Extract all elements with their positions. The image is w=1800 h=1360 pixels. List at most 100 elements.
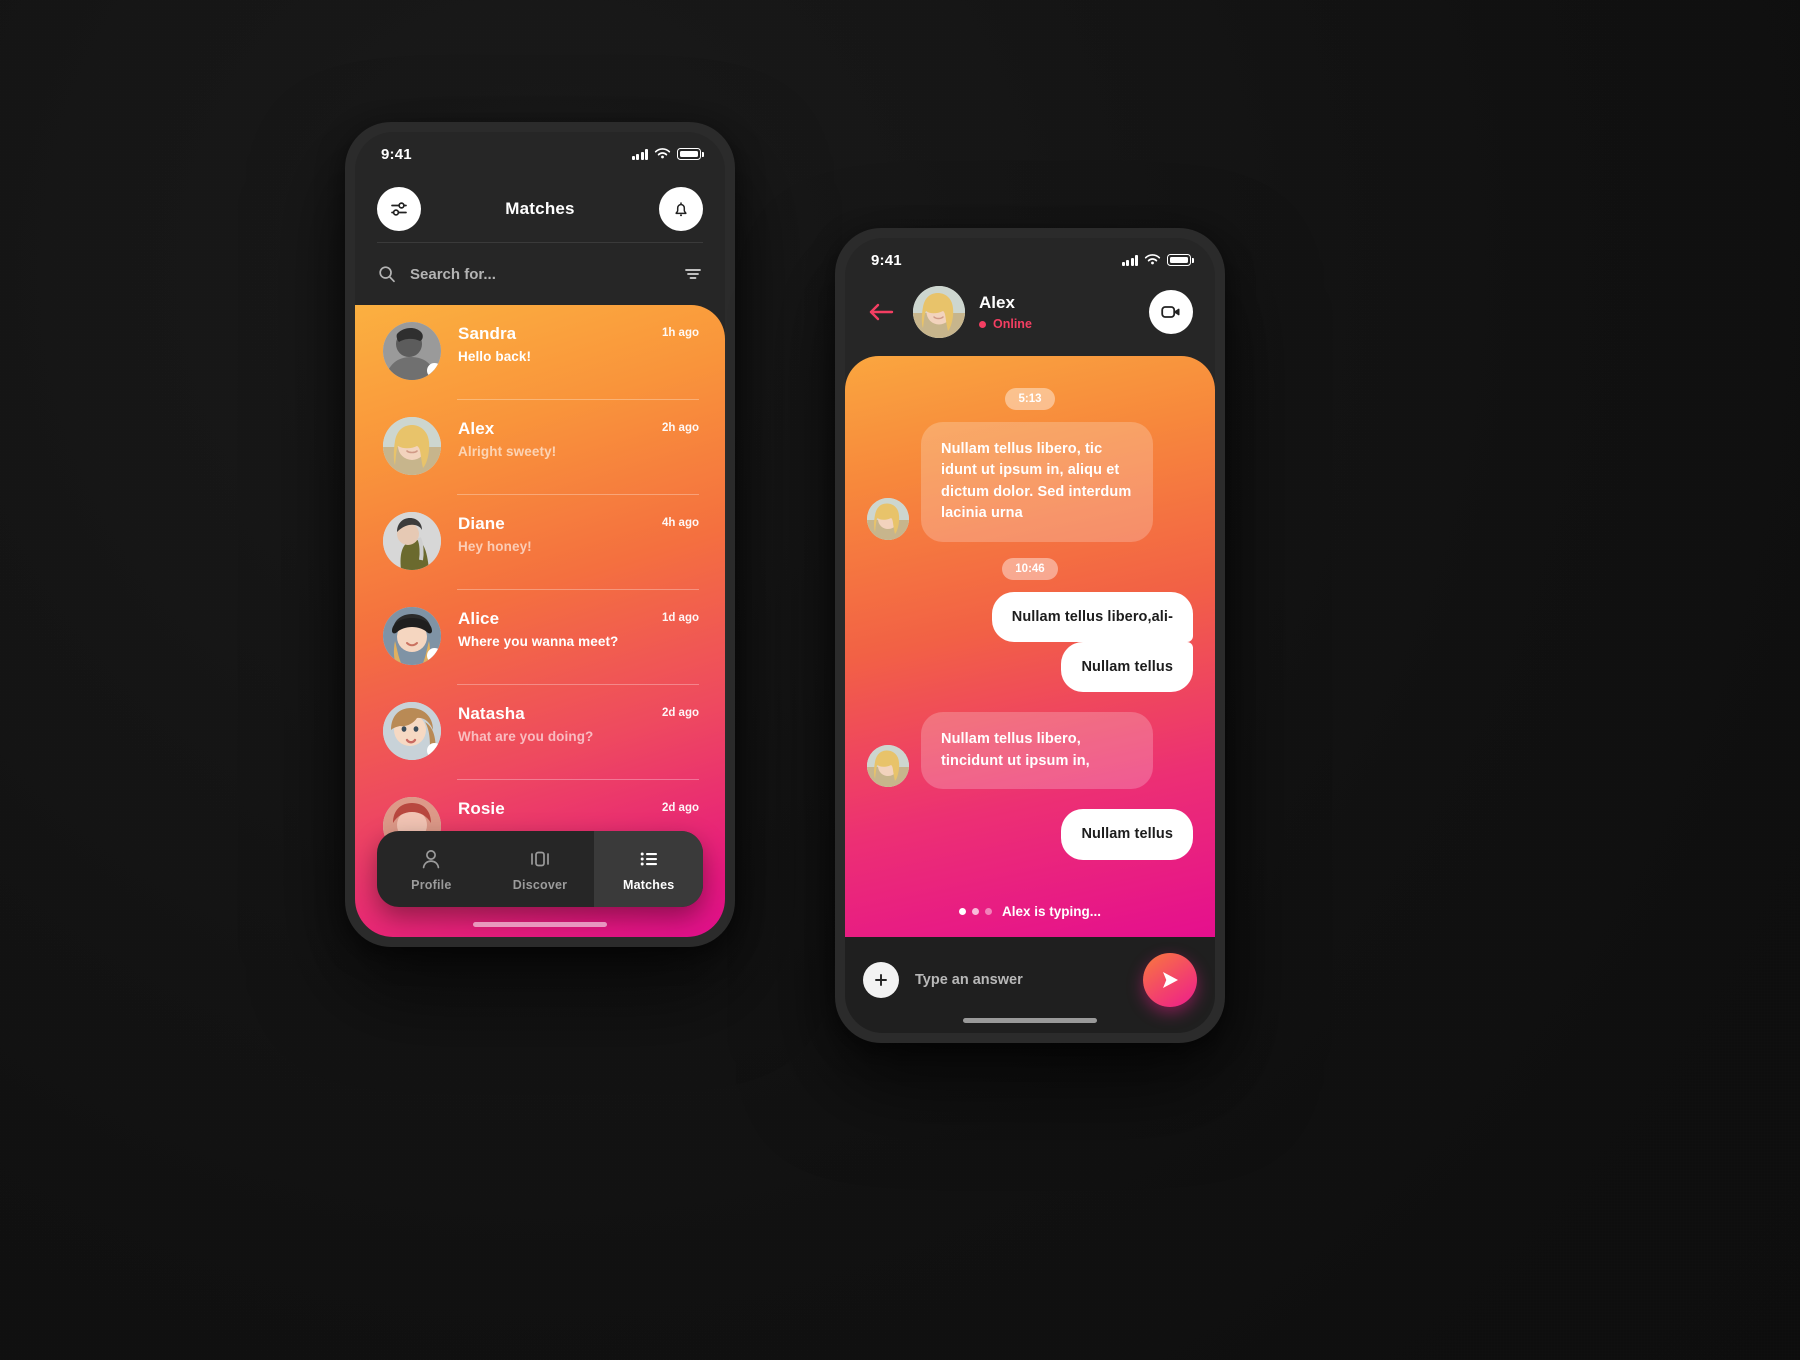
sliders-icon [391, 202, 407, 216]
tab-label: Discover [512, 877, 568, 892]
list-item-name: Natasha [458, 704, 525, 723]
message-bubble: Nullam tellus [1061, 642, 1193, 693]
avatar [383, 607, 441, 665]
back-button[interactable] [863, 294, 899, 330]
list-item-time: 1h ago [661, 327, 699, 339]
status-time: 9:41 [871, 251, 902, 269]
list-item-name: Sandra [458, 324, 517, 343]
status-time: 9:41 [381, 145, 412, 163]
list-item-name: Diane [458, 514, 505, 533]
list-item[interactable]: Alex Alright sweety! 2h ago [355, 400, 725, 495]
search-icon [379, 266, 395, 283]
list-item-preview: Alright sweety! [458, 444, 557, 459]
list-item-time: 1d ago [661, 612, 699, 624]
matches-list[interactable]: Sandra Hello back! 1h ago Alex Alright s… [355, 305, 725, 937]
battery-icon [1167, 254, 1194, 266]
chat-input-bar [845, 937, 1215, 1033]
person-icon [423, 849, 440, 868]
search-input[interactable] [410, 265, 670, 283]
video-camera-icon [1161, 306, 1180, 318]
status-icons [1121, 254, 1194, 266]
phone-chat: 9:41 Alex Online 5:13 Nullam tellus libe… [835, 228, 1225, 1043]
avatar [383, 512, 441, 570]
unread-dot [427, 363, 441, 378]
avatar [867, 497, 909, 540]
message-incoming: Nullam tellus libero, tic idunt ut ipsum… [867, 422, 1193, 542]
wallpaper: 9:41 Matches Search for... Sandra Hello … [0, 0, 1800, 1360]
list-item-preview: What are you doing? [458, 729, 594, 744]
list-item-preview: Where you wanna meet? [458, 634, 619, 649]
message-timestamp: 10:46 [1002, 557, 1058, 580]
home-indicator [963, 1018, 1097, 1023]
message-input[interactable] [915, 972, 1127, 988]
send-icon [1163, 972, 1178, 988]
list-item[interactable]: Diane Hey honey! 4h ago [355, 495, 725, 590]
status-bar: 9:41 [845, 238, 1215, 282]
avatar [383, 702, 441, 760]
matches-header: Matches [355, 176, 725, 305]
tab-discover[interactable]: Discover [486, 831, 595, 907]
message-incoming: Nullam tellus libero, tincidunt ut ipsum… [867, 712, 1193, 790]
contact-name: Alex [979, 293, 1015, 312]
message-bubble: Nullam tellus libero,ali- [991, 591, 1193, 643]
notifications-button[interactable] [659, 187, 703, 231]
message-list[interactable]: 5:13 Nullam tellus libero, tic idunt ut … [845, 356, 1215, 937]
list-item-preview: Hey honey! [458, 539, 532, 554]
list-item-name: Alice [458, 609, 500, 628]
message-outgoing-group: Nullam tellus [867, 809, 1193, 860]
home-indicator [473, 922, 607, 927]
list-item[interactable]: Natasha What are you doing? 2d ago [355, 685, 725, 780]
filter-lines-icon[interactable] [683, 264, 703, 284]
cards-icon [531, 851, 549, 866]
battery-icon [677, 148, 704, 160]
tab-profile[interactable]: Profile [377, 831, 486, 907]
message-outgoing-group: Nullam tellus libero,ali- Nullam tellus [867, 591, 1193, 693]
tab-label: Matches [622, 877, 675, 892]
message-bubble: Nullam tellus libero, tincidunt ut ipsum… [921, 712, 1153, 790]
list-item-time: 4h ago [661, 517, 699, 529]
typing-dots-icon [958, 908, 992, 915]
list-item-name: Rosie [458, 799, 505, 818]
chat-contact-meta: Alex Online [979, 293, 1135, 331]
send-button[interactable] [1143, 953, 1197, 1007]
status-bar: 9:41 [355, 132, 725, 176]
typing-indicator: Alex is typing... [958, 890, 1102, 937]
tab-matches[interactable]: Matches [594, 831, 703, 907]
unread-dot [427, 648, 441, 663]
avatar-alex-icon [867, 745, 909, 788]
phone-matches: 9:41 Matches Search for... Sandra Hello … [345, 122, 735, 947]
message-bubble: Nullam tellus [1061, 809, 1193, 860]
matches-screen: 9:41 Matches Search for... Sandra Hello … [355, 132, 725, 937]
bottom-tab-bar: Profile Discover Matches [377, 831, 703, 907]
video-call-button[interactable] [1149, 290, 1193, 334]
signal-bars-icon [631, 148, 648, 160]
typing-label: Alex is typing... [1001, 904, 1102, 919]
list-item-name: Alex [458, 419, 495, 438]
list-item[interactable]: Alice Where you wanna meet? 1d ago [355, 590, 725, 685]
bell-icon [675, 202, 687, 217]
list-item[interactable]: Sandra Hello back! 1h ago [355, 305, 725, 400]
avatar[interactable] [913, 286, 965, 338]
filter-button[interactable] [377, 187, 421, 231]
arrow-left-icon [869, 303, 894, 321]
list-item-time: 2h ago [661, 422, 699, 434]
wifi-icon [1144, 254, 1161, 265]
plus-icon [875, 974, 887, 986]
avatar [867, 745, 909, 788]
avatar-alex-icon [913, 286, 965, 338]
tab-label: Profile [411, 877, 452, 892]
status-badge: Online [979, 317, 1135, 331]
avatar-diane-icon [383, 512, 441, 570]
chat-screen: 9:41 Alex Online 5:13 Nullam tellus libe… [845, 238, 1215, 1033]
list-item-time: 2d ago [661, 707, 699, 719]
chat-header: Alex Online [845, 282, 1215, 356]
signal-bars-icon [1121, 254, 1138, 266]
message-timestamp: 5:13 [1005, 388, 1055, 410]
avatar-alex-icon [383, 417, 441, 475]
list-icon [640, 852, 657, 865]
message-bubble: Nullam tellus libero, tic idunt ut ipsum… [921, 422, 1153, 542]
attach-button[interactable] [863, 962, 899, 998]
page-title: Matches [505, 199, 575, 218]
list-item-preview: Hello back! [458, 349, 532, 364]
avatar [383, 417, 441, 475]
